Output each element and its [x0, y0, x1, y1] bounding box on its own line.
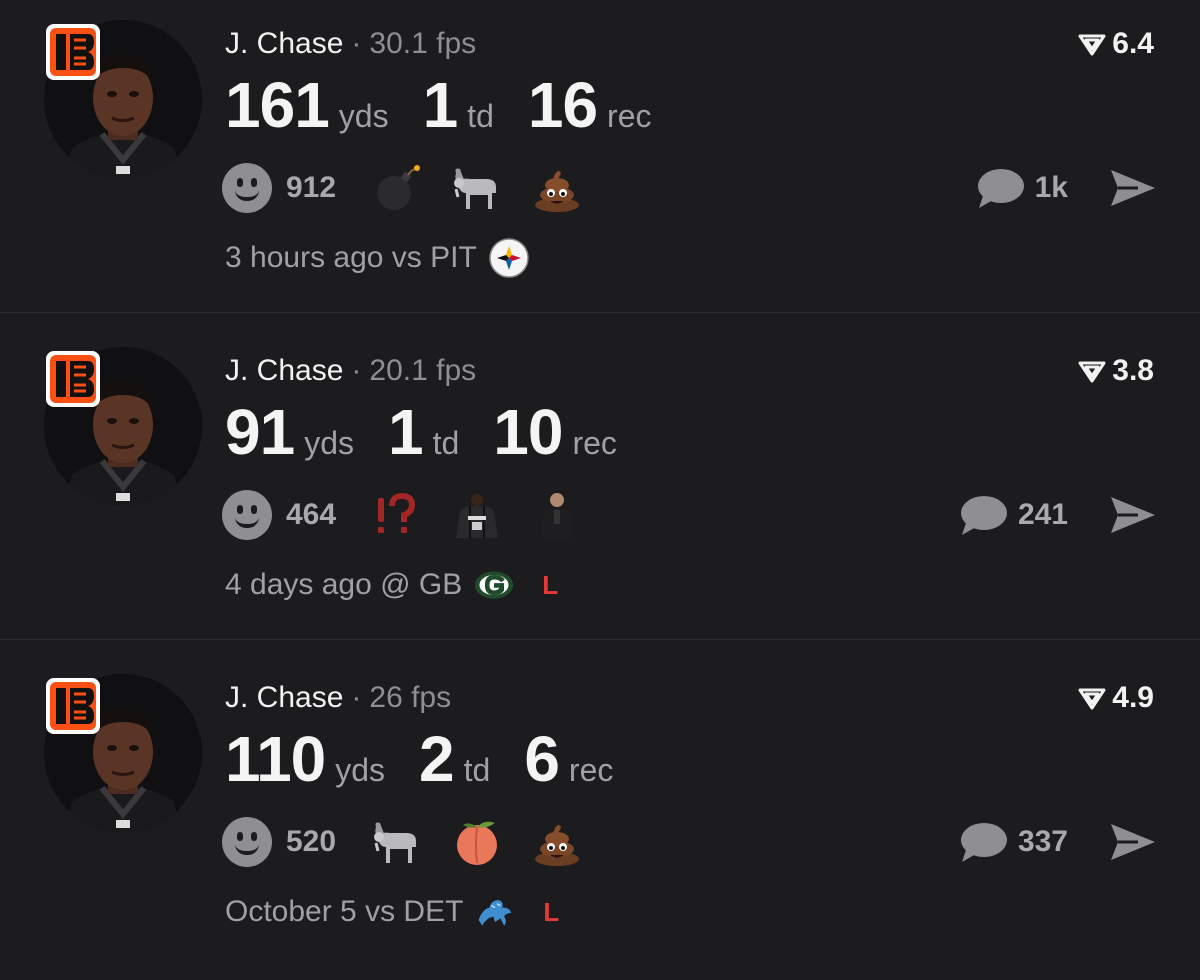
comment-icon[interactable]: [958, 820, 1008, 864]
matchup[interactable]: @ GB: [380, 563, 462, 607]
comment-icon[interactable]: [958, 493, 1008, 537]
player-name[interactable]: J. Chase: [225, 27, 343, 60]
stat-yards-value: 161: [225, 69, 330, 141]
fantasy-points: 20.1 fps: [369, 354, 477, 387]
player-avatar[interactable]: [44, 674, 202, 832]
stat-rec-value: 16: [527, 69, 598, 141]
stat-line: 161 yds 1 td 16 rec: [225, 68, 686, 142]
rating-score: 3.8: [1078, 353, 1154, 389]
stat-td-value: 2: [419, 723, 455, 795]
stat-td-unit: td: [432, 425, 460, 461]
stat-rec-unit: rec: [572, 425, 617, 461]
fantasy-points: 26 fps: [369, 681, 452, 714]
bomb-icon[interactable]: [370, 161, 424, 215]
separator: ·: [351, 681, 362, 714]
post-card[interactable]: J. Chase · 26 fps 4.9 110 yds 2 td 6 rec 520: [0, 654, 1200, 980]
share-send-icon[interactable]: [1108, 821, 1158, 863]
post-card[interactable]: J. Chase · 20.1 fps 3.8 91 yds 1 td 10 rec 46…: [0, 327, 1200, 653]
comment-icon[interactable]: [975, 166, 1025, 210]
reaction-count: 912: [286, 171, 337, 204]
post-meta: 4 days ago @ GB L: [225, 563, 558, 607]
separator: ·: [351, 354, 362, 387]
matchup[interactable]: vs PIT: [392, 236, 477, 280]
post-header: J. Chase · 30.1 fps: [225, 26, 476, 62]
bengals-logo-icon: [46, 351, 100, 407]
rating-score: 6.4: [1078, 26, 1154, 62]
stat-rec-unit: rec: [607, 98, 652, 134]
stat-yards-value: 91: [225, 396, 295, 468]
share-send-icon[interactable]: [1108, 167, 1158, 209]
post-card[interactable]: J. Chase · 30.1 fps 6.4 161 yds 1 td 16 rec 9…: [0, 0, 1200, 326]
game-result: L: [542, 570, 559, 600]
post-time: 3 hours ago: [225, 241, 384, 274]
reaction-bar: 520: [222, 814, 610, 870]
separator: ·: [351, 27, 362, 60]
rating-value: 4.9: [1112, 681, 1154, 714]
rating-logo-icon: [1078, 34, 1106, 56]
stat-line: 91 yds 1 td 10 rec: [225, 395, 651, 469]
stat-rec-value: 10: [493, 396, 563, 468]
packers-logo-icon: [474, 565, 514, 605]
interrobang-icon[interactable]: [370, 488, 424, 542]
player-name[interactable]: J. Chase: [225, 681, 343, 714]
post-actions: 1k: [975, 160, 1158, 216]
stat-td-unit: td: [467, 98, 494, 134]
post-time: October 5: [225, 895, 357, 928]
bengals-logo-icon: [46, 678, 100, 734]
smiley-react-icon[interactable]: [222, 490, 272, 540]
stat-td-value: 1: [387, 396, 424, 468]
lions-logo-icon: [475, 892, 515, 932]
post-meta: 3 hours ago vs PIT: [225, 236, 529, 280]
post-actions: 241: [958, 487, 1158, 543]
reaction-count: 520: [286, 825, 337, 858]
post-actions: 337: [958, 814, 1158, 870]
stat-yards-unit: yds: [335, 752, 386, 788]
post-header: J. Chase · 26 fps: [225, 680, 451, 716]
reaction-bar: 912: [222, 160, 610, 216]
stat-yards-unit: yds: [338, 98, 389, 134]
rating-logo-icon: [1078, 688, 1106, 710]
poop-icon[interactable]: [530, 815, 584, 869]
comment-count: 1k: [1034, 171, 1068, 204]
smiley-react-icon[interactable]: [222, 817, 272, 867]
coach-icon[interactable]: [530, 488, 584, 542]
rating-logo-icon: [1078, 361, 1106, 383]
stat-line: 110 yds 2 td 6 rec: [225, 722, 647, 796]
divider: [0, 312, 1200, 313]
reaction-count: 464: [286, 498, 337, 531]
stat-td-unit: td: [463, 752, 491, 788]
stat-rec-unit: rec: [568, 752, 614, 788]
rating-value: 6.4: [1112, 27, 1154, 60]
stat-yards-unit: yds: [304, 425, 354, 461]
goat-icon[interactable]: [370, 815, 424, 869]
post-header: J. Chase · 20.1 fps: [225, 353, 476, 389]
poop-icon[interactable]: [530, 161, 584, 215]
jersey-player-icon[interactable]: [450, 488, 504, 542]
stat-yards-value: 110: [225, 723, 326, 795]
matchup[interactable]: vs DET: [365, 890, 463, 934]
stat-rec-value: 6: [524, 723, 560, 795]
divider: [0, 639, 1200, 640]
post-meta: October 5 vs DET L: [225, 890, 559, 934]
comment-count: 337: [1017, 825, 1068, 858]
rating-score: 4.9: [1078, 680, 1154, 716]
player-avatar[interactable]: [44, 20, 202, 178]
goat-icon[interactable]: [450, 161, 504, 215]
player-avatar[interactable]: [44, 347, 202, 505]
feed: J. Chase · 30.1 fps 6.4 161 yds 1 td 16 rec 9…: [0, 0, 1200, 976]
post-time: 4 days ago: [225, 568, 372, 601]
player-name[interactable]: J. Chase: [225, 354, 343, 387]
steelers-logo-icon: [489, 238, 529, 278]
bengals-logo-icon: [46, 24, 100, 80]
smiley-react-icon[interactable]: [222, 163, 272, 213]
peach-icon[interactable]: [450, 815, 504, 869]
game-result: L: [543, 897, 560, 927]
share-send-icon[interactable]: [1108, 494, 1158, 536]
reaction-bar: 464: [222, 487, 610, 543]
comment-count: 241: [1017, 498, 1068, 531]
fantasy-points: 30.1 fps: [369, 27, 477, 60]
rating-value: 3.8: [1112, 354, 1154, 387]
stat-td-value: 1: [422, 69, 459, 141]
